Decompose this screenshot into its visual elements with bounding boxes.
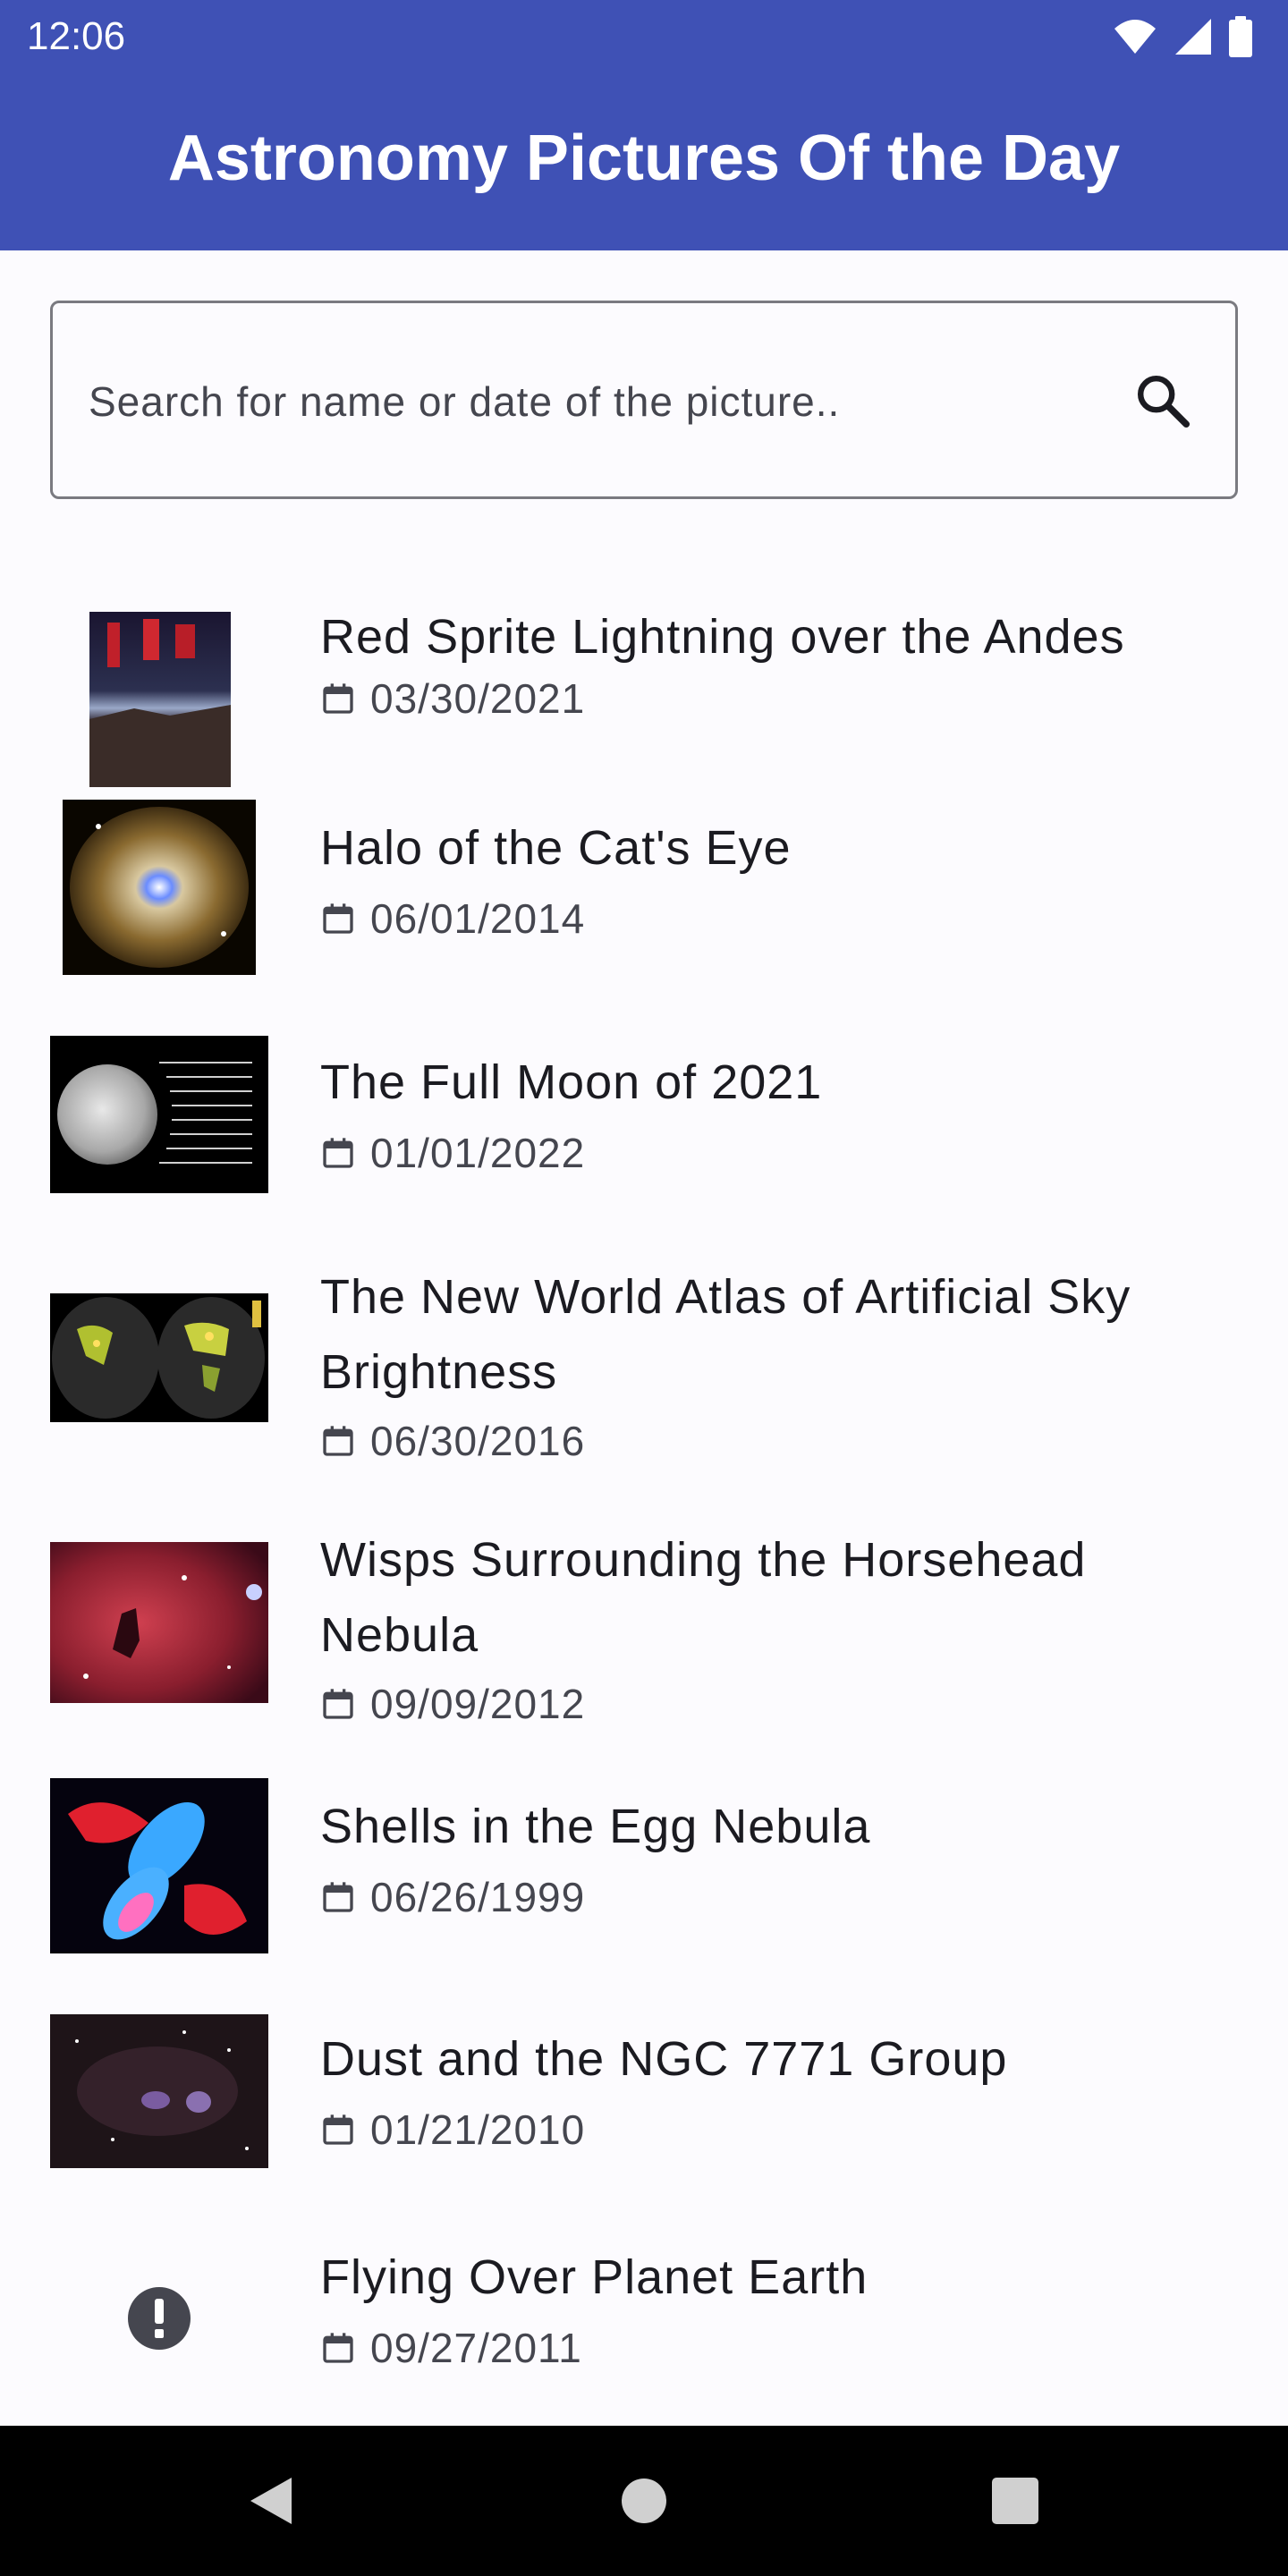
item-date: 01/21/2010 <box>320 2106 585 2154</box>
calendar-icon <box>323 2333 353 2363</box>
recents-icon[interactable] <box>991 2474 1039 2528</box>
item-date-text: 01/21/2010 <box>370 2106 586 2153</box>
thumbnail-image <box>50 1036 268 1193</box>
item-title: Wisps Surrounding the Horsehead Nebula <box>320 1533 1087 1662</box>
calendar-icon <box>323 903 353 934</box>
search-field[interactable] <box>50 301 1238 499</box>
item-title: Shells in the Egg Nebula <box>320 1800 871 1853</box>
item-date: 06/26/1999 <box>320 1873 585 1921</box>
back-icon[interactable] <box>245 2474 295 2528</box>
item-date: 06/01/2014 <box>320 894 585 943</box>
item-title: Flying Over Planet Earth <box>320 2250 869 2304</box>
top-app-bar: 12:06 Astronomy Pictures Of the Day <box>0 0 1288 250</box>
list-item[interactable]: Dust and the NGC 7771 Group 01/21/2010 <box>0 2014 1288 2175</box>
item-date-text: 09/09/2012 <box>370 1681 586 1727</box>
thumbnail-image <box>50 1542 268 1703</box>
item-date: 01/01/2022 <box>320 1129 585 1177</box>
list-item[interactable]: Red Sprite Lightning over the Andes 03/3… <box>0 574 1288 787</box>
thumbnail-image <box>50 1293 268 1422</box>
item-title: The New World Atlas of Artificial Sky Br… <box>320 1270 1131 1399</box>
battery-icon <box>1229 16 1252 57</box>
item-date-text: 06/30/2016 <box>370 1418 586 1464</box>
list-item[interactable]: The Full Moon of 2021 01/01/2022 <box>0 1036 1288 1197</box>
item-date-text: 06/26/1999 <box>370 1874 586 1920</box>
item-title: Dust and the NGC 7771 Group <box>320 2032 1008 2086</box>
list-item[interactable]: Flying Over Planet Earth 09/27/2011 <box>0 2240 1288 2392</box>
wifi-icon <box>1114 20 1156 54</box>
status-time: 12:06 <box>27 14 126 58</box>
thumbnail-image <box>89 612 231 787</box>
item-title: The Full Moon of 2021 <box>320 1055 823 1109</box>
item-date: 03/30/2021 <box>320 674 585 723</box>
item-date: 09/09/2012 <box>320 1680 585 1728</box>
search-icon[interactable] <box>1131 369 1194 432</box>
item-date-text: 03/30/2021 <box>370 675 586 722</box>
calendar-icon <box>323 1689 353 1719</box>
list-item[interactable]: Shells in the Egg Nebula 06/26/1999 <box>0 1778 1288 1966</box>
error-icon <box>127 2286 191 2351</box>
item-date: 06/30/2016 <box>320 1417 585 1465</box>
item-date-text: 06/01/2014 <box>370 895 586 942</box>
home-icon[interactable] <box>621 2474 667 2528</box>
thumbnail-image <box>50 1778 268 1953</box>
list-item[interactable]: Wisps Surrounding the Horsehead Nebula 0… <box>0 1522 1288 1755</box>
screen: 12:06 Astronomy Pictures Of the Day Sear… <box>0 0 1288 2576</box>
item-date-text: 09/27/2011 <box>370 2325 582 2371</box>
thumbnail-image <box>50 2014 268 2168</box>
status-icons <box>1113 16 1252 57</box>
signal-icon <box>1175 19 1211 55</box>
search-input[interactable] <box>89 357 1072 446</box>
calendar-icon <box>323 1426 353 1456</box>
system-nav-bar <box>0 2426 1288 2576</box>
calendar-icon <box>323 683 353 714</box>
item-title: Halo of the Cat's Eye <box>320 821 792 875</box>
item-title: Red Sprite Lightning over the Andes <box>320 610 1125 664</box>
list-item[interactable]: The New World Atlas of Artificial Sky Br… <box>0 1259 1288 1492</box>
thumbnail-image <box>63 800 256 975</box>
item-date-text: 01/01/2022 <box>370 1130 586 1176</box>
calendar-icon <box>323 2114 353 2145</box>
item-date: 09/27/2011 <box>320 2324 582 2372</box>
list-item[interactable]: Halo of the Cat's Eye 06/01/2014 <box>0 800 1288 987</box>
calendar-icon <box>323 1882 353 1912</box>
page-title: Astronomy Pictures Of the Day <box>167 123 1121 194</box>
calendar-icon <box>323 1138 353 1168</box>
